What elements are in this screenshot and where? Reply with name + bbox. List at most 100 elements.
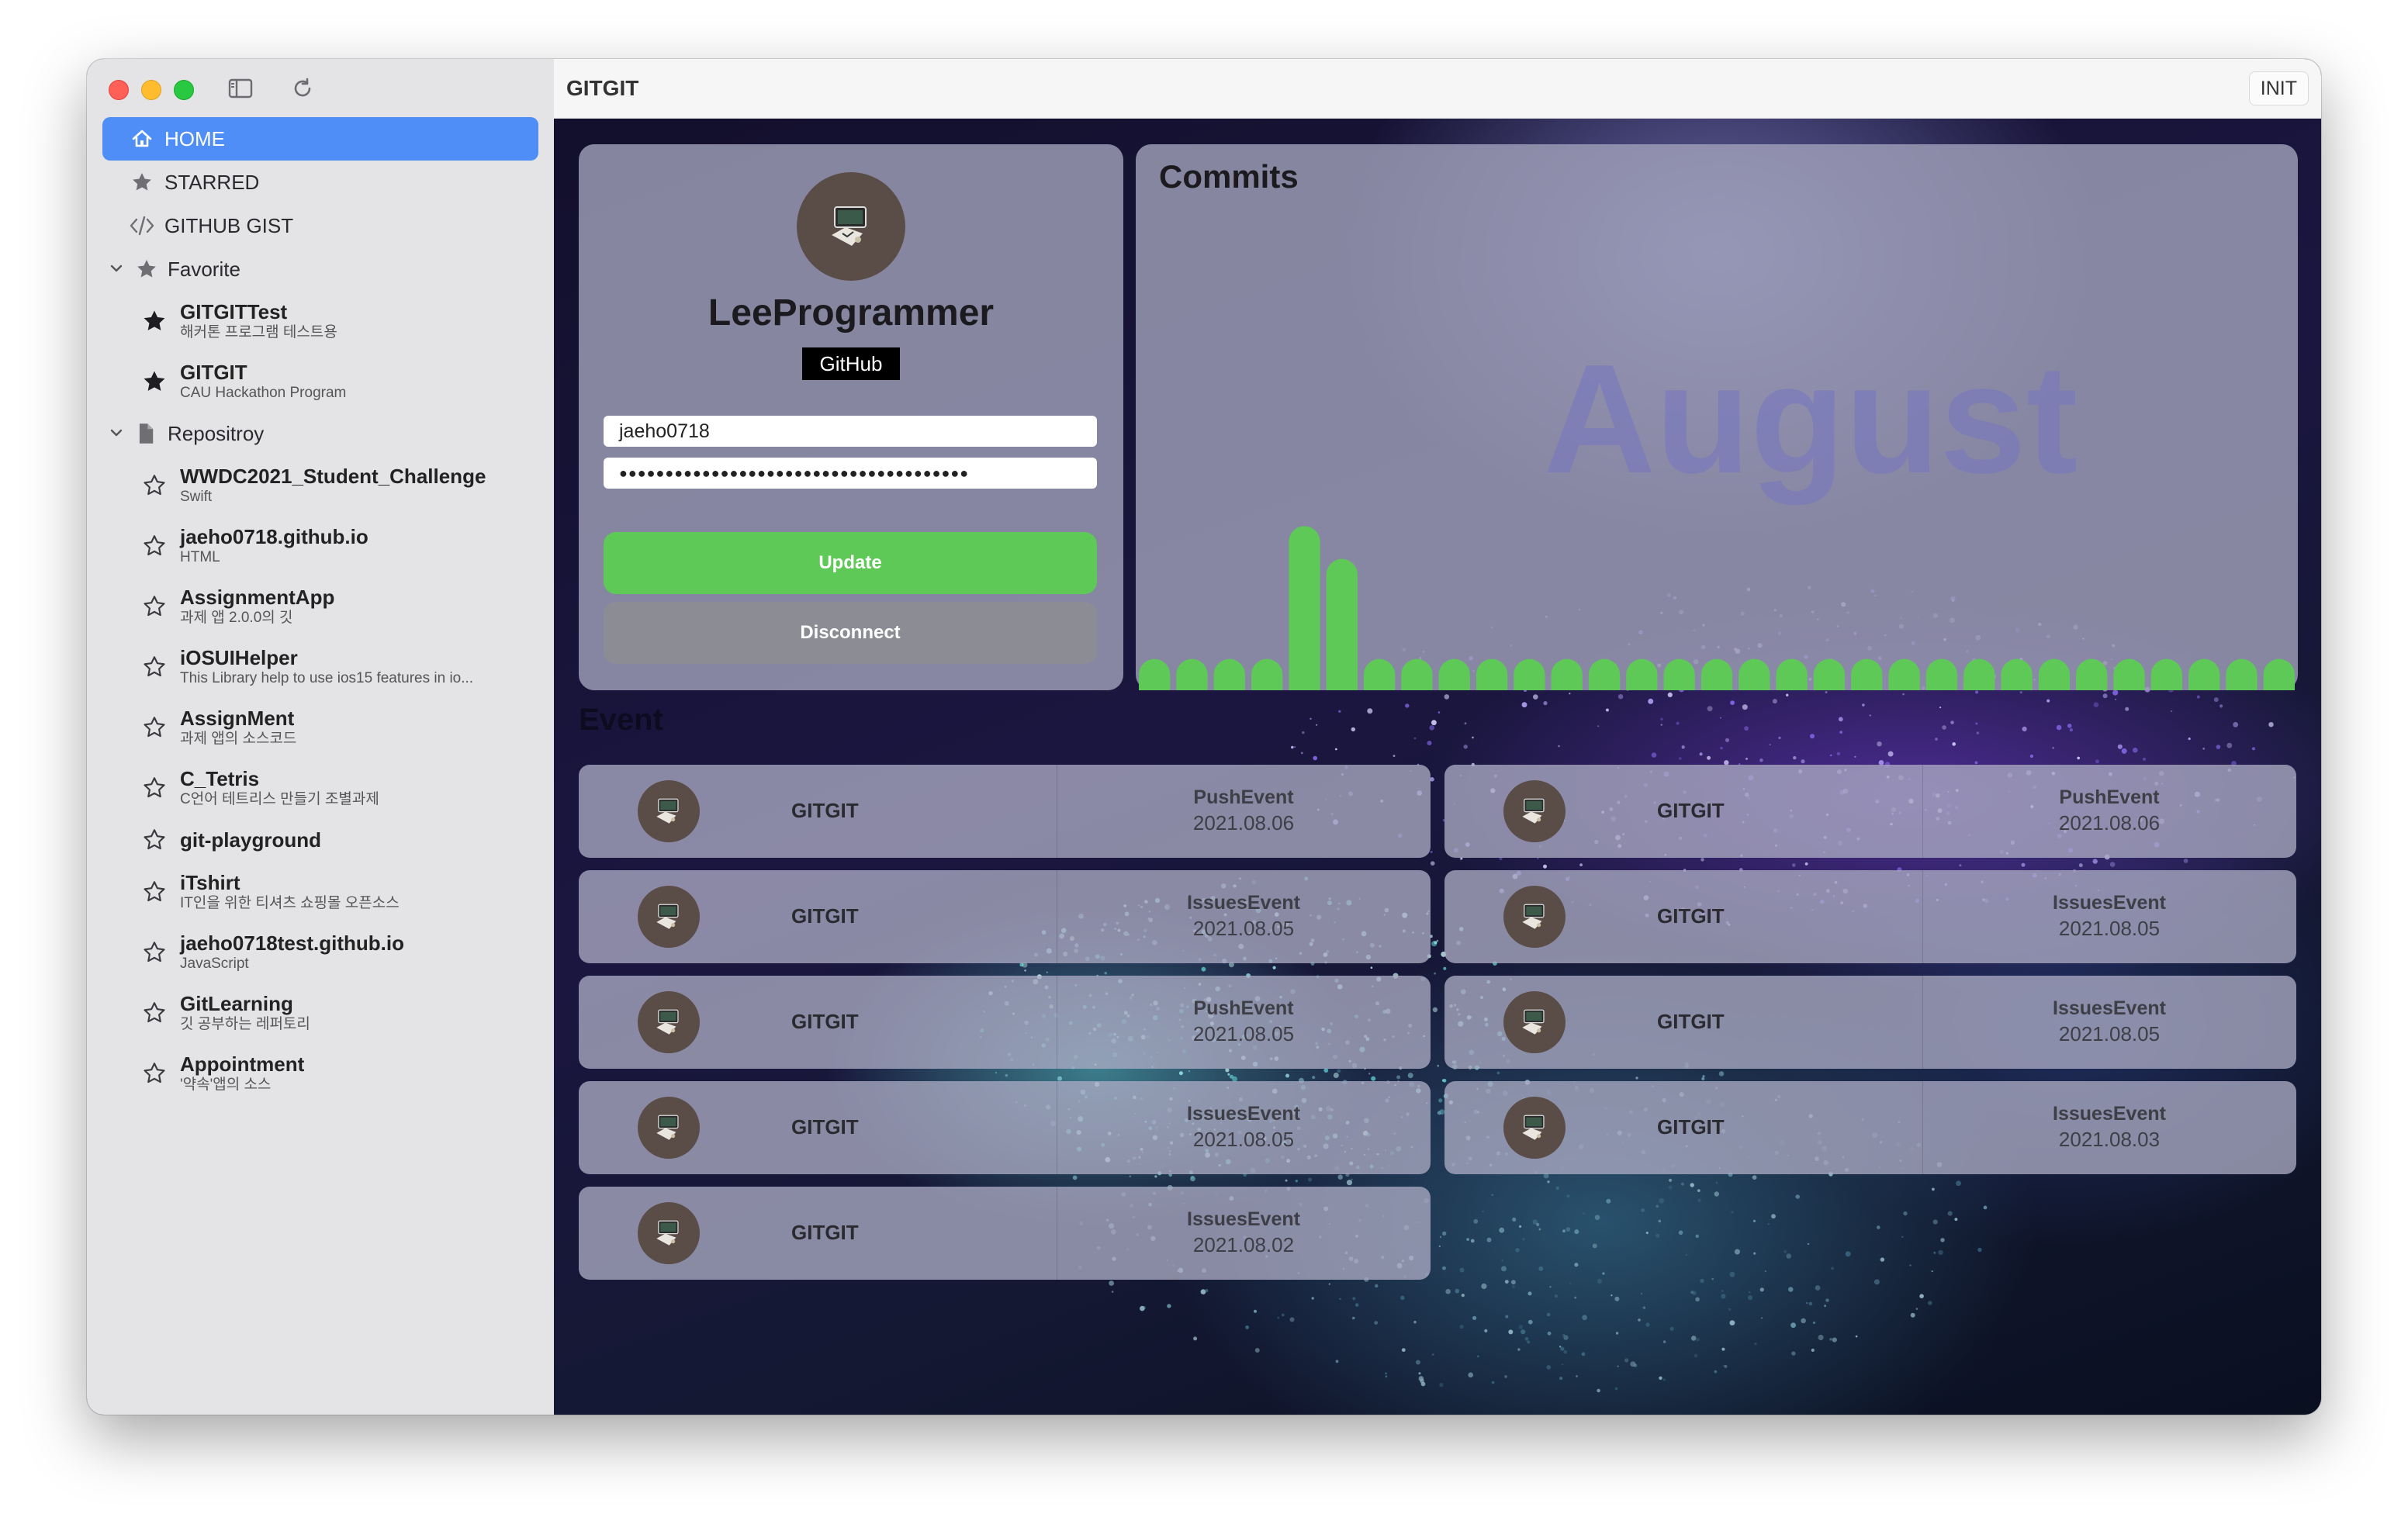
main-content: GITGIT INIT LeeProgrammer GitHub jaeho07… [554,59,2321,1415]
app-window: HOME STARRED GITHUB GIST Favorite GITGIT… [87,59,2321,1415]
event-card[interactable]: GITGIT IssuesEvent 2021.08.03 [1444,1081,2296,1174]
event-card[interactable]: GITGIT PushEvent 2021.08.06 [1444,765,2296,858]
event-card[interactable]: GITGIT IssuesEvent 2021.08.05 [579,870,1431,963]
refresh-icon[interactable] [289,74,317,102]
star-outline-icon[interactable] [141,879,168,905]
event-card[interactable]: GITGIT IssuesEvent 2021.08.05 [1444,976,2296,1069]
repository-item[interactable]: WWDC2021_Student_Challenge Swift [102,455,538,516]
github-badge: GitHub [802,347,900,380]
toolbar: GITGIT INIT [554,59,2321,119]
star-outline-icon[interactable] [141,533,168,559]
event-repo: GITGIT [1657,904,1725,928]
profile-card: LeeProgrammer GitHub jaeho0718 ●●●●●●●●●… [579,144,1123,690]
commit-bar [2188,658,2220,690]
sidebar-item-label: HOME [164,126,225,150]
repository-item[interactable]: jaeho0718.github.io HTML [102,516,538,576]
star-outline-icon[interactable] [141,654,168,680]
close-window-button[interactable] [109,80,129,100]
star-icon [135,257,158,281]
sidebar-item-starred[interactable]: STARRED [102,161,538,204]
event-card[interactable]: GITGIT PushEvent 2021.08.05 [579,976,1431,1069]
avatar [797,172,905,281]
window-controls [109,80,194,100]
sidebar-item-github-gist[interactable]: GITHUB GIST [102,204,538,247]
commit-bar [1514,658,1545,690]
repository-item[interactable]: GitLearning 깃 공부하는 레퍼토리 [102,983,538,1043]
event-card[interactable]: GITGIT IssuesEvent 2021.08.05 [579,1081,1431,1174]
repo-description: CAU Hackathon Program [180,385,347,401]
star-outline-icon[interactable] [141,775,168,801]
repository-item[interactable]: C_Tetris C언어 테트리스 만들기 조별과제 [102,758,538,818]
favorite-item[interactable]: GITGITTest 해커톤 프로그램 테스트용 [102,291,538,351]
repo-name: iTshirt [180,871,240,894]
repository-item[interactable]: iOSUIHelper This Library help to use ios1… [102,637,538,697]
favorite-section-header[interactable]: Favorite [102,247,538,291]
commit-bar [2263,658,2295,690]
sidebar-item-label: GITHUB GIST [164,213,294,237]
event-card[interactable]: GITGIT IssuesEvent 2021.08.05 [1444,870,2296,963]
star-outline-icon[interactable] [141,827,168,853]
event-type: PushEvent [2059,786,2160,808]
event-date: 2021.08.06 [2058,811,2161,835]
repository-list: WWDC2021_Student_Challenge Swift jaeho0718… [102,455,538,1104]
commit-bar [1251,658,1283,690]
token-field[interactable]: ●●●●●●●●●●●●●●●●●●●●●●●●●●●●●●●●●●●●●● [604,458,1097,489]
events-title: Event [579,703,663,737]
avatar [638,1097,700,1159]
commit-bar [1551,658,1583,690]
repository-item[interactable]: iTshirt IT인을 위한 티셔츠 쇼핑몰 오픈소스 [102,862,538,922]
avatar [638,991,700,1053]
commits-title: Commits [1159,158,1299,195]
repo-name: AssignMent [180,707,295,730]
star-outline-icon[interactable] [141,593,168,620]
zoom-window-button[interactable] [174,80,194,100]
event-type: IssuesEvent [2053,1103,2166,1125]
repository-item[interactable]: jaeho0718test.github.io JavaScript [102,922,538,983]
repository-item[interactable]: Appointment '약속'앱의 소스 [102,1043,538,1104]
event-card[interactable]: GITGIT IssuesEvent 2021.08.02 [579,1187,1431,1280]
star-outline-icon[interactable] [141,1000,168,1026]
github-id-field[interactable]: jaeho0718 [604,416,1097,447]
repo-name: jaeho0718test.github.io [180,931,404,955]
minimize-window-button[interactable] [141,80,161,100]
home-icon [129,126,155,152]
commit-bar [1888,658,1920,690]
repository-item[interactable]: AssignmentApp 과제 앱 2.0.0의 깃 [102,576,538,637]
commit-bar [1213,658,1245,690]
chevron-down-icon[interactable] [109,257,126,282]
commit-bar [2038,658,2071,690]
repository-item[interactable]: AssignMent 과제 앱의 소스코드 [102,697,538,758]
disconnect-button[interactable]: Disconnect [604,602,1097,664]
repository-item[interactable]: git-playground [102,818,538,862]
repo-name: GitLearning [180,992,293,1015]
chevron-down-icon[interactable] [109,422,126,446]
star-filled-icon [141,308,168,334]
repo-name: C_Tetris [180,767,260,790]
avatar [1503,1097,1566,1159]
repo-name: GITGIT [180,361,247,384]
repo-description: 해커톤 프로그램 테스트용 [180,324,337,340]
repo-description: 깃 공부하는 레퍼토리 [180,1016,310,1032]
commit-bar [2150,658,2183,690]
commit-bar [2113,658,2145,690]
update-button[interactable]: Update [604,532,1097,594]
repository-section-header[interactable]: Repositroy [102,412,538,455]
star-outline-icon[interactable] [141,939,168,966]
avatar-image [832,206,867,246]
commit-bar [2076,658,2108,690]
window-title: GITGIT [566,76,639,100]
event-repo: GITGIT [1657,1010,1725,1033]
commit-bar [1139,658,1171,690]
star-outline-icon[interactable] [141,472,168,499]
init-button[interactable]: INIT [2248,71,2309,105]
event-card[interactable]: GITGIT PushEvent 2021.08.06 [579,765,1431,858]
profile-username: LeeProgrammer [708,292,995,334]
repo-name: WWDC2021_Student_Challenge [180,465,486,488]
star-outline-icon[interactable] [141,1060,168,1087]
star-outline-icon[interactable] [141,714,168,741]
commit-bar [1663,658,1695,690]
repo-name: GITGITTest [180,300,288,323]
sidebar-item-home[interactable]: HOME [102,117,538,161]
favorite-item[interactable]: GITGIT CAU Hackathon Program [102,351,538,412]
sidebar-toggle-icon[interactable] [227,74,254,102]
